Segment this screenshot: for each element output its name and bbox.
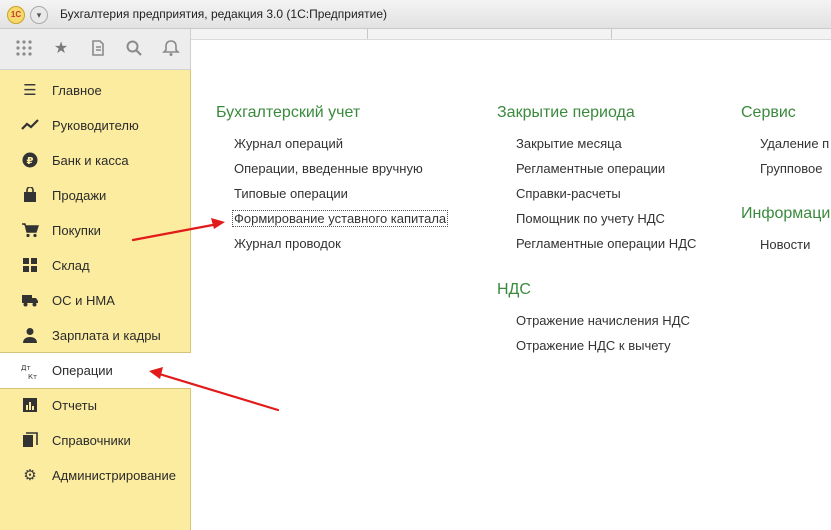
sidebar-item-label: Руководителю	[52, 118, 139, 133]
link-vat-accrual[interactable]: Отражение начисления НДС	[516, 313, 690, 328]
warehouse-grid-icon	[20, 257, 40, 275]
report-bars-icon	[20, 397, 40, 415]
link-operations-journal[interactable]: Журнал операций	[234, 136, 343, 151]
link-regulatory-operations[interactable]: Регламентные операции	[516, 161, 665, 176]
sidebar-item-catalogs[interactable]: Справочники	[0, 423, 190, 458]
sidebar-item-label: Отчеты	[52, 398, 97, 413]
search-icon[interactable]	[124, 39, 144, 59]
link-postings-journal[interactable]: Журнал проводок	[234, 236, 341, 251]
link-typical-operations[interactable]: Типовые операции	[234, 186, 348, 201]
cart-icon	[20, 222, 40, 240]
sidebar-item-label: Справочники	[52, 433, 131, 448]
title-bar: 1С ▾ Бухгалтерия предприятия, редакция 3…	[0, 0, 831, 29]
sidebar-item-fixed-assets[interactable]: ОС и НМА	[0, 283, 190, 318]
sidebar-item-reports[interactable]: Отчеты	[0, 388, 190, 423]
sidebar-item-label: Администрирование	[52, 468, 176, 483]
sidebar-item-bank[interactable]: ₽ Банк и касса	[0, 143, 190, 178]
sidebar-item-operations[interactable]: Дт Кт Операции	[0, 352, 191, 389]
sidebar-item-label: Главное	[52, 83, 102, 98]
person-icon	[20, 327, 40, 345]
strip-divider	[367, 29, 368, 39]
apps-grid-icon[interactable]	[14, 39, 34, 59]
sections-panel: ☰ Главное Руководителю ₽ Банк и касса Пр…	[0, 70, 191, 530]
sidebar-item-payroll[interactable]: Зарплата и кадры	[0, 318, 190, 353]
link-vat-assistant[interactable]: Помощник по учету НДС	[516, 211, 665, 226]
link-service-delete[interactable]: Удаление п	[760, 136, 829, 151]
sidebar-item-purchases[interactable]: Покупки	[0, 213, 190, 248]
sidebar-item-main[interactable]: ☰ Главное	[0, 73, 190, 108]
section-title-service: Сервис	[741, 104, 796, 121]
truck-icon	[20, 292, 40, 310]
svg-text:Дт: Дт	[21, 364, 31, 372]
link-vat-deduction[interactable]: Отражение НДС к вычету	[516, 338, 671, 353]
sidebar-item-administration[interactable]: ⚙ Администрирование	[0, 458, 190, 493]
link-service-group[interactable]: Групповое	[760, 161, 822, 176]
sidebar-item-label: Зарплата и кадры	[52, 328, 161, 343]
open-windows-strip	[191, 29, 831, 40]
sidebar-item-manager[interactable]: Руководителю	[0, 108, 190, 143]
bell-icon[interactable]	[161, 39, 181, 59]
sidebar-item-warehouse[interactable]: Склад	[0, 248, 190, 283]
sidebar-item-label: Продажи	[52, 188, 107, 203]
link-authorized-capital[interactable]: Формирование уставного капитала	[232, 210, 449, 227]
main-menu-button[interactable]: ▾	[30, 6, 48, 24]
menu-lines-icon: ☰	[23, 82, 37, 99]
star-icon[interactable]: ★	[51, 39, 71, 59]
link-manual-operations[interactable]: Операции, введенные вручную	[234, 161, 423, 176]
link-month-closing[interactable]: Закрытие месяца	[516, 136, 622, 151]
toolbar: ★	[0, 29, 191, 70]
link-calculation-statements[interactable]: Справки-расчеты	[516, 186, 621, 201]
section-content: Бухгалтерский учет Журнал операций Опера…	[191, 40, 831, 530]
sidebar-item-label: Операции	[52, 363, 113, 378]
strip-divider	[611, 29, 612, 39]
ruble-coin-icon: ₽	[20, 152, 40, 170]
sidebar-item-label: Склад	[52, 258, 90, 273]
sidebar-item-label: ОС и НМА	[52, 293, 115, 308]
sidebar-item-sales[interactable]: Продажи	[0, 178, 190, 213]
app-logo-icon[interactable]: 1С	[7, 6, 25, 24]
gear-icon: ⚙	[23, 467, 37, 484]
trend-chart-icon	[20, 117, 40, 135]
history-icon[interactable]	[88, 39, 108, 59]
section-title-period-closing: Закрытие периода	[497, 104, 635, 121]
svg-text:₽: ₽	[27, 156, 34, 167]
section-title-accounting: Бухгалтерский учет	[216, 104, 361, 121]
dt-kt-icon: Дт Кт	[20, 363, 40, 381]
books-icon	[20, 432, 40, 450]
section-title-vat: НДС	[497, 281, 531, 298]
svg-text:Кт: Кт	[28, 373, 37, 381]
sidebar-item-label: Банк и касса	[52, 153, 129, 168]
link-vat-regulatory-operations[interactable]: Регламентные операции НДС	[516, 236, 696, 251]
link-news[interactable]: Новости	[760, 237, 810, 252]
shopping-bag-icon	[20, 186, 40, 205]
window-title: Бухгалтерия предприятия, редакция 3.0 (1…	[60, 7, 388, 21]
section-title-information: Информаци	[741, 205, 831, 222]
sidebar-item-label: Покупки	[52, 223, 101, 238]
